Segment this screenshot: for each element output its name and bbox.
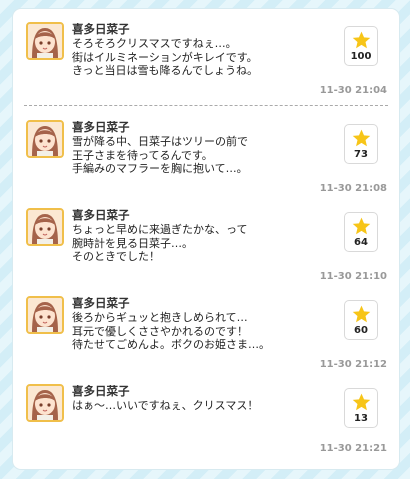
post-text-line: きっと当日は雪も降るんでしょうね。 [72,64,259,77]
post-text-line: 街はイルミネーションがキレイです。 [72,50,258,64]
star-icon [352,129,371,147]
avatar-icon [28,122,62,156]
avatar[interactable] [26,384,64,422]
avatar[interactable] [26,120,64,158]
star-icon [352,393,371,411]
avatar-icon [28,24,62,58]
like-button[interactable]: 60 [344,300,378,340]
post-item: 喜多日菜子 ちょっと早めに来過ぎたかな、って 腕時計を見る日菜子…。 そのときで… [13,195,399,283]
author-name: 喜多日菜子 [72,384,130,398]
post-text: はぁ〜…いいですねぇ、クリスマス！ [72,399,332,413]
post-text: 後ろからギュッと抱きしめられて… 耳元で優しくささやかれるのです！ 待たせてごめ… [72,311,332,352]
post-text-line: 手編みのマフラーを胸に抱いて…。 [72,162,248,175]
post-text-line: はぁ〜…いいですねぇ、クリスマス！ [72,399,259,412]
post-text-line: 待たせてごめんよ。ボクのお姫さま…。 [72,338,270,351]
post-timestamp: 11-30 21:08 [319,183,387,194]
author-name: 喜多日菜子 [72,120,130,134]
post-text: ちょっと早めに来過ぎたかな、って 腕時計を見る日菜子…。 そのときでした！ [72,223,332,264]
post-text-line: そろそろクリスマスですねぇ…。 [72,37,237,50]
post-item: 喜多日菜子 後ろからギュッと抱きしめられて… 耳元で優しくささやかれるのです！ … [13,283,399,371]
author-name: 喜多日菜子 [72,296,130,310]
post-item: 喜多日菜子 雪が降る中、日菜子はツリーの前で 王子さまを待ってるんです。 手編み… [13,107,399,195]
star-icon [352,217,371,235]
like-count: 64 [354,237,368,248]
like-count: 13 [354,413,368,424]
post-text-line: 雪が降る中、日菜子はツリーの前で [72,135,248,148]
like-count: 60 [354,325,368,336]
avatar[interactable] [26,208,64,246]
post-text-line: そのときでした！ [72,250,160,263]
post-timestamp: 11-30 21:10 [319,271,387,282]
star-icon [352,31,371,49]
post-text-line: 腕時計を見る日菜子…。 [72,236,193,250]
post-text-line: ちょっと早めに来過ぎたかな、って [72,223,248,236]
like-count: 100 [350,51,372,62]
post-text-line: 王子さまを待ってるんです。 [72,148,213,162]
star-icon [352,305,371,323]
post-item: 喜多日菜子 そろそろクリスマスですねぇ…。 街はイルミネーションがキレイです。 … [13,9,399,106]
post-text: そろそろクリスマスですねぇ…。 街はイルミネーションがキレイです。 きっと当日は… [72,37,332,78]
avatar[interactable] [26,22,64,60]
post-timestamp: 11-30 21:04 [319,85,387,96]
avatar-icon [28,298,62,332]
like-button[interactable]: 100 [344,26,378,66]
post-timestamp: 11-30 21:12 [319,359,387,370]
avatar[interactable] [26,296,64,334]
avatar-icon [28,386,62,420]
post-text-line: 後ろからギュッと抱きしめられて… [72,311,248,324]
like-count: 73 [354,149,368,160]
post-timestamp: 11-30 21:21 [319,443,387,454]
like-button[interactable]: 64 [344,212,378,252]
timeline-panel: 喜多日菜子 そろそろクリスマスですねぇ…。 街はイルミネーションがキレイです。 … [13,9,399,469]
post-text-line: 耳元で優しくささやかれるのです！ [72,324,248,338]
author-name: 喜多日菜子 [72,22,130,36]
divider [24,105,388,106]
author-name: 喜多日菜子 [72,208,130,222]
like-button[interactable]: 13 [344,388,378,428]
post-item: 喜多日菜子 はぁ〜…いいですねぇ、クリスマス！ 13 11-30 21:21 [13,371,399,463]
avatar-icon [28,210,62,244]
like-button[interactable]: 73 [344,124,378,164]
post-text: 雪が降る中、日菜子はツリーの前で 王子さまを待ってるんです。 手編みのマフラーを… [72,135,332,176]
